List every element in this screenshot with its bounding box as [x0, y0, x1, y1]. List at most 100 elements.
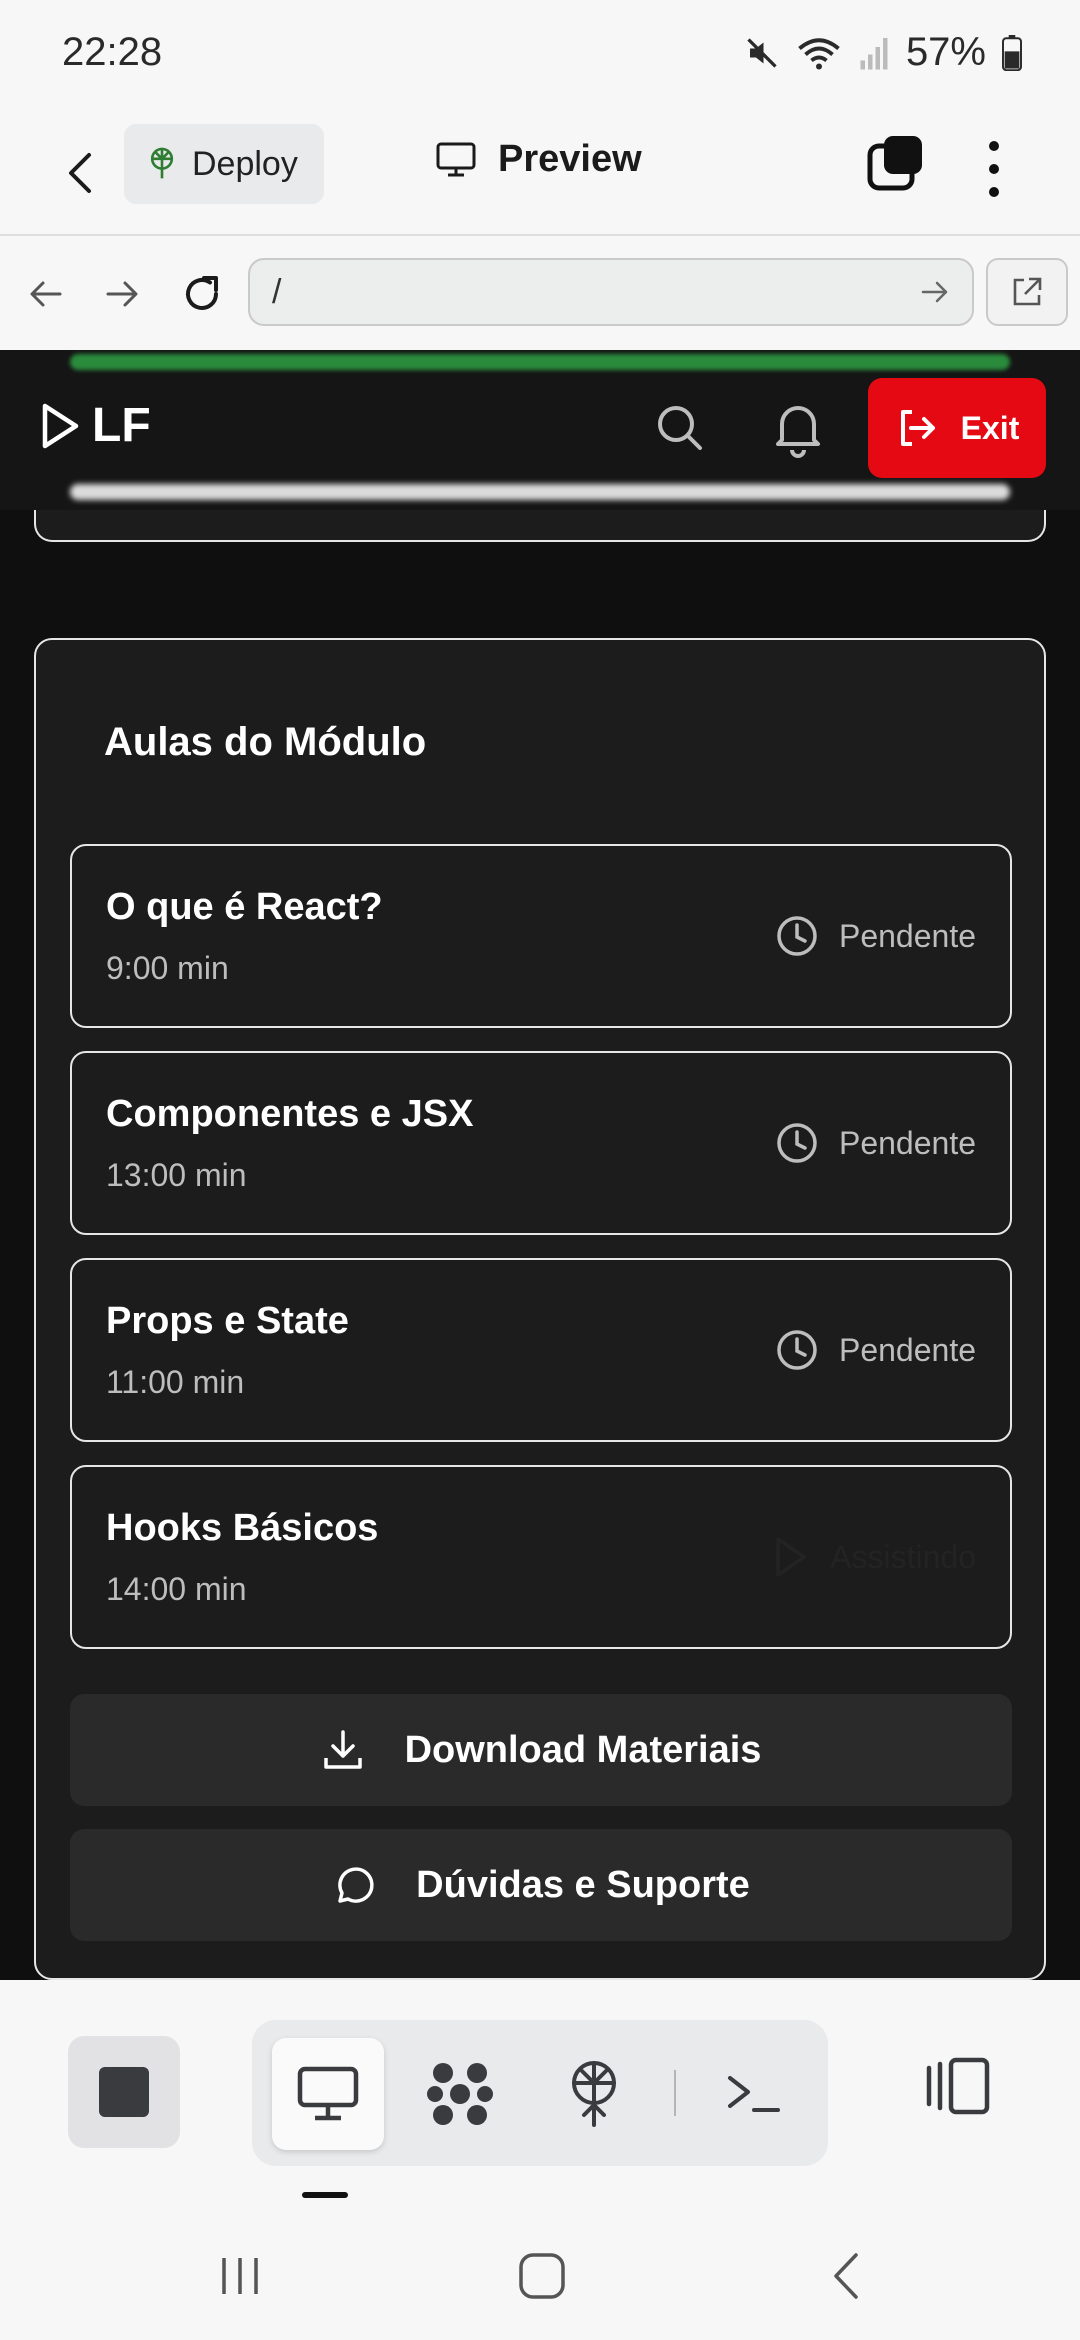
site-navbar: LF Exit — [0, 350, 1080, 510]
notifications-button[interactable] — [770, 398, 826, 458]
deploy-icon — [150, 147, 174, 179]
battery-percent: 57% — [905, 30, 986, 74]
toolbar-divider — [674, 2070, 676, 2116]
browser-back-button[interactable] — [18, 266, 74, 322]
lesson-duration: 14:00 min — [106, 1571, 247, 1607]
active-tool-indicator — [302, 2192, 348, 2198]
status-icons: 57% — [744, 30, 1022, 75]
lesson-status-label: Pendente — [838, 1124, 976, 1161]
status-bar: 22:28 57% — [0, 0, 1080, 112]
reload-icon — [186, 276, 218, 310]
recent-apps-button[interactable] — [210, 2246, 270, 2306]
clock-icon — [777, 916, 817, 956]
stop-button[interactable] — [68, 2036, 180, 2148]
chevron-left-icon — [69, 153, 91, 193]
shell-tool-button[interactable] — [698, 2038, 810, 2150]
tabs-button[interactable] — [866, 134, 926, 194]
lesson-status: Pendente — [775, 1328, 976, 1372]
arrow-right-icon — [106, 281, 138, 307]
workflow-icon — [427, 2063, 493, 2125]
download-label: Download Materiais — [404, 1728, 762, 1771]
back-button[interactable] — [50, 138, 110, 208]
url-input[interactable]: / — [248, 258, 974, 326]
deploy-label: Deploy — [192, 144, 298, 183]
tabs-icon — [867, 136, 922, 191]
progress-bar-blurred — [70, 354, 1010, 370]
preview-webview: LF Exit Aulas do Módulo O que é React? 9… — [0, 350, 1080, 1980]
app-header: Deploy Preview — [0, 112, 1080, 236]
bell-icon — [776, 406, 820, 458]
preview-tab-title: Preview — [436, 138, 642, 181]
lesson-status-label: Assistindo — [830, 1538, 976, 1575]
lesson-item[interactable]: Props e State 11:00 min Pendente — [70, 1258, 1012, 1442]
exit-button[interactable]: Exit — [868, 378, 1046, 478]
page-title: Preview — [498, 138, 642, 180]
lesson-name: Componentes e JSX — [106, 1093, 474, 1135]
download-icon — [323, 1730, 362, 1769]
arrow-left-icon — [30, 281, 62, 307]
support-button[interactable]: Dúvidas e Suporte — [70, 1829, 1012, 1941]
reload-button[interactable] — [174, 266, 230, 322]
home-button[interactable] — [512, 2246, 572, 2306]
chat-bubble-icon — [338, 1867, 374, 1903]
lesson-status-label: Pendente — [838, 1331, 976, 1368]
monitor-icon — [436, 142, 476, 176]
tool-switcher — [252, 2020, 828, 2166]
play-icon — [776, 1537, 806, 1577]
lesson-duration: 9:00 min — [106, 950, 229, 986]
browser-bar: / — [0, 236, 1080, 350]
deploy-tool-button[interactable] — [538, 2038, 650, 2150]
battery-icon — [1002, 34, 1022, 71]
lesson-name: O que é React? — [106, 886, 383, 928]
open-external-button[interactable] — [986, 258, 1068, 326]
exit-label: Exit — [960, 409, 1020, 446]
preview-tool-button[interactable] — [272, 2038, 384, 2150]
lesson-name: Hooks Básicos — [106, 1507, 379, 1549]
site-logo[interactable]: LF — [40, 398, 151, 453]
module-lessons-card: Aulas do Módulo O que é React? 9:00 min … — [34, 638, 1046, 1980]
stop-icon — [99, 2067, 149, 2117]
status-time: 22:28 — [62, 30, 163, 74]
lesson-item[interactable]: Componentes e JSX 13:00 min Pendente — [70, 1051, 1012, 1235]
back-icon — [834, 2253, 858, 2299]
clock-icon — [777, 1330, 817, 1370]
more-vertical-icon — [989, 141, 999, 197]
terminal-icon — [728, 2076, 780, 2112]
external-link-icon — [1013, 277, 1042, 306]
mute-icon — [747, 37, 777, 68]
recent-apps-icon — [222, 2258, 258, 2294]
lesson-status: Assistindo — [770, 1535, 976, 1579]
more-options-button[interactable] — [974, 134, 1014, 204]
home-icon — [519, 2253, 565, 2299]
bottom-toolbar — [0, 1980, 1080, 2190]
play-logo-icon — [42, 403, 79, 448]
download-materials-button[interactable]: Download Materiais — [70, 1694, 1012, 1806]
go-arrow-icon[interactable] — [920, 277, 950, 307]
browser-forward-button[interactable] — [94, 266, 150, 322]
module-title: Aulas do Módulo — [104, 720, 427, 764]
lesson-status: Pendente — [775, 914, 976, 958]
deploy-button[interactable]: Deploy — [124, 124, 324, 204]
site-search-button[interactable] — [652, 400, 708, 456]
layout-toggle-button[interactable] — [918, 2046, 998, 2126]
url-text: / — [272, 272, 282, 311]
progress-bar-blurred — [70, 484, 1010, 500]
lesson-item[interactable]: O que é React? 9:00 min Pendente — [70, 844, 1012, 1028]
workflows-tool-button[interactable] — [404, 2038, 516, 2150]
lesson-item[interactable]: Hooks Básicos 14:00 min Assistindo — [70, 1465, 1012, 1649]
lesson-duration: 11:00 min — [106, 1364, 245, 1400]
support-label: Dúvidas e Suporte — [416, 1863, 750, 1906]
signal-icon — [860, 37, 888, 69]
logout-icon — [900, 410, 935, 446]
lesson-name: Props e State — [106, 1300, 349, 1342]
lesson-status-label: Pendente — [838, 917, 976, 954]
android-navigation-bar — [0, 2200, 1080, 2340]
deploy-icon — [572, 2061, 616, 2127]
logo-text: LF — [92, 399, 151, 452]
panel-layout-icon — [926, 2057, 990, 2115]
wifi-icon — [798, 37, 840, 69]
clock-icon — [777, 1123, 817, 1163]
search-icon — [658, 406, 702, 450]
monitor-icon — [297, 2066, 359, 2121]
system-back-button[interactable] — [816, 2246, 876, 2306]
